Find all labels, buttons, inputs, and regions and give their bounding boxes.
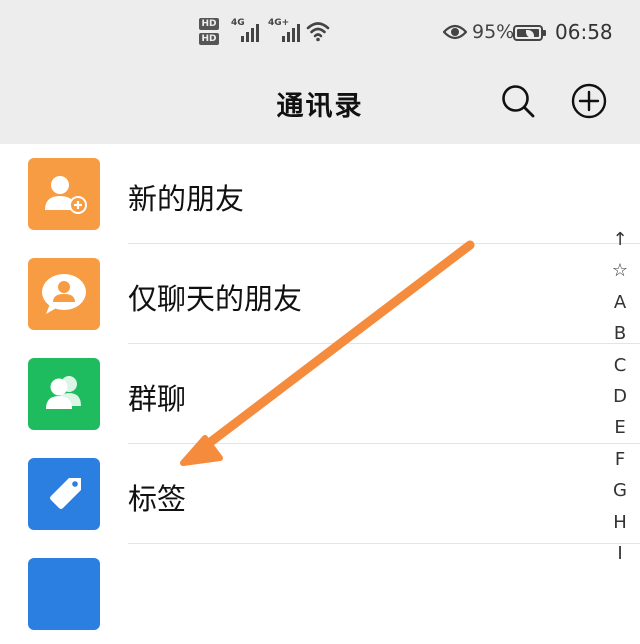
plus-circle-icon xyxy=(571,83,607,119)
index-letter-g[interactable]: G xyxy=(604,475,636,506)
index-letter-c[interactable]: C xyxy=(604,350,636,381)
index-up-arrow[interactable]: ↑ xyxy=(604,224,636,255)
clock: 06:58 xyxy=(555,20,613,44)
search-button[interactable] xyxy=(500,83,536,119)
list-item-group-chats[interactable]: 群聊 xyxy=(0,344,640,444)
hd-badge-2: HD xyxy=(199,33,219,45)
index-letter-i[interactable]: I xyxy=(604,538,636,569)
group-chat-icon xyxy=(28,358,100,430)
page-title: 通讯录 xyxy=(276,91,364,122)
chat-only-friend-icon xyxy=(28,258,100,330)
hd-indicators: HD HD xyxy=(199,18,219,48)
battery-tip xyxy=(543,30,546,36)
list-item-new-friends[interactable]: 新的朋友 xyxy=(0,144,640,244)
sim1-network-type: 4G xyxy=(231,18,245,28)
battery-percent: 95% xyxy=(472,21,515,43)
index-letter-b[interactable]: B xyxy=(604,318,636,349)
index-letter-f[interactable]: F xyxy=(604,444,636,475)
alphabet-index-bar[interactable]: ↑ ☆ A B C D E F G H I xyxy=(604,224,636,569)
list-item-tags[interactable]: 标签 xyxy=(0,444,640,544)
list-item-label: 新的朋友 xyxy=(128,182,245,216)
tag-icon xyxy=(28,458,100,530)
list-item-chat-only-friends[interactable]: 仅聊天的朋友 xyxy=(0,244,640,344)
hd-badge-1: HD xyxy=(199,18,219,30)
sim2-network-type: 4G+ xyxy=(268,18,290,28)
list-item-label: 群聊 xyxy=(128,382,187,416)
add-button[interactable] xyxy=(571,83,607,119)
index-star[interactable]: ☆ xyxy=(604,255,636,286)
list-item-official-accounts[interactable] xyxy=(0,544,640,644)
top-bar: HD HD 4G 4G+ 95% 06:58 通讯录 xyxy=(0,0,640,144)
battery-icon xyxy=(513,25,543,41)
index-letter-a[interactable]: A xyxy=(604,287,636,318)
status-bar: HD HD 4G 4G+ 95% 06:58 xyxy=(0,14,640,58)
add-friend-icon xyxy=(28,158,100,230)
index-letter-d[interactable]: D xyxy=(604,381,636,412)
index-letter-h[interactable]: H xyxy=(604,507,636,538)
index-letter-e[interactable]: E xyxy=(604,412,636,443)
wifi-icon xyxy=(306,22,330,42)
official-account-icon xyxy=(28,558,100,630)
list-item-label: 标签 xyxy=(128,482,187,516)
list-item-label: 仅聊天的朋友 xyxy=(128,282,303,316)
search-icon xyxy=(502,85,535,118)
eye-comfort-icon xyxy=(443,24,467,40)
